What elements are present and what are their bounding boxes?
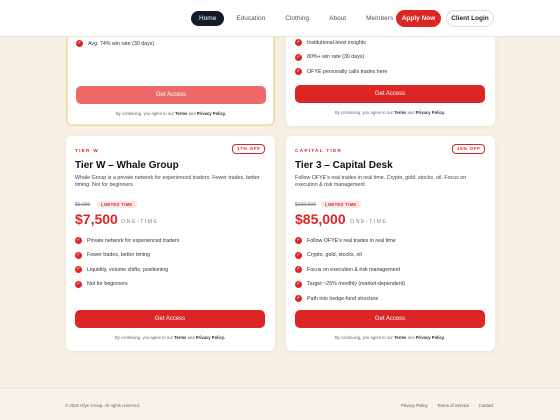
- feature-item: ✓ Private network for experienced trader…: [75, 237, 180, 244]
- tier-label: CAPITAL TIER: [295, 149, 343, 154]
- nav-members[interactable]: Members: [358, 11, 401, 26]
- pricing-card-tier-w: TIER W 17% OFF Tier W – Whale Group Whal…: [66, 136, 275, 351]
- privacy-link[interactable]: Privacy Policy.: [196, 335, 225, 340]
- pricing-card-capital-tier: CAPITAL TIER 15% OFF Tier 3 – Capital De…: [286, 136, 495, 351]
- tier-description: Whale Group is a private network for exp…: [75, 175, 260, 189]
- feature-list: ✓ Avg. 74% win rate (30 days): [76, 40, 154, 55]
- privacy-link[interactable]: Privacy Policy.: [197, 111, 226, 116]
- check-circle-icon: ✓: [75, 266, 82, 273]
- feature-item: ✓ Avg. 74% win rate (30 days): [76, 40, 155, 47]
- check-circle-icon: ✓: [295, 68, 302, 75]
- check-circle-icon: ✓: [76, 40, 83, 47]
- feature-item: ✓ Follow OFYE's real trades in real time: [295, 237, 396, 244]
- tier-label: TIER W: [75, 149, 99, 154]
- tier-title: Tier W – Whale Group: [75, 160, 179, 171]
- check-circle-icon: ✓: [295, 251, 302, 259]
- separator: ·: [431, 403, 434, 408]
- feature-item: ✓ Not for beginners: [75, 280, 128, 288]
- price: $85,000: [295, 211, 346, 227]
- legal-notice: By continuing, you agree to our Terms an…: [334, 335, 445, 340]
- legal-notice: By continuing, you agree to our Terms an…: [334, 110, 445, 115]
- feature-list: ✓ Private network for experienced trader…: [75, 237, 179, 295]
- terms-link[interactable]: Terms: [394, 110, 406, 115]
- discount-badge: 15% OFF: [452, 144, 486, 154]
- terms-link[interactable]: Terms: [174, 335, 186, 340]
- site-footer: © 2026 Ofye Group. All rights reserved. …: [0, 388, 560, 420]
- footer-link-terms[interactable]: Terms of Service: [437, 403, 469, 408]
- tier-description: Follow OFYE's real trades in real time. …: [295, 175, 467, 189]
- check-circle-icon: ✓: [295, 53, 302, 61]
- limited-time-badge: LIMITED TIME: [97, 201, 137, 208]
- get-access-button[interactable]: Get Access: [295, 310, 485, 328]
- original-price: $100,000: [295, 202, 316, 208]
- price: $7,500: [75, 211, 118, 227]
- privacy-link[interactable]: Privacy Policy.: [416, 335, 445, 340]
- feature-item: ✓ OFYE personally calls trades here: [295, 68, 388, 75]
- client-login-button[interactable]: Client Login: [446, 10, 494, 27]
- feature-list: ✓ Follow OFYE's real trades in real time…: [295, 237, 405, 310]
- feature-item: ✓ Fewer trades, better timing: [75, 251, 150, 259]
- terms-link[interactable]: Terms: [394, 335, 406, 340]
- feature-item: ✓ Focus on execution & risk management: [295, 266, 401, 273]
- limited-time-badge: LIMITED TIME: [321, 201, 361, 208]
- feature-list: ✓ Institutional-level insights ✓ 80%+ wi…: [295, 39, 387, 83]
- pricing-card-top-right: ✓ Institutional-level insights ✓ 80%+ wi…: [286, 22, 495, 126]
- original-price: $9,000: [75, 202, 91, 208]
- check-circle-icon: ✓: [295, 237, 302, 244]
- pricing-card-top-left: ✓ Avg. 74% win rate (30 days) Get Access…: [66, 22, 275, 126]
- feature-item: ✓ Liquidity, volume shifts, positioning: [75, 266, 169, 273]
- feature-item: ✓ Target ~25% monthly (market-dependent): [295, 280, 405, 288]
- privacy-link[interactable]: Privacy Policy.: [416, 110, 445, 115]
- price-note: ONE-TIME: [121, 219, 159, 225]
- nav-clothing[interactable]: Clothing: [277, 11, 317, 26]
- check-circle-icon: ✓: [295, 266, 302, 273]
- check-circle-icon: ✓: [75, 251, 82, 259]
- get-access-button[interactable]: Get Access: [76, 86, 266, 104]
- apply-now-button[interactable]: Apply Now: [396, 10, 441, 27]
- get-access-button[interactable]: Get Access: [75, 310, 265, 328]
- footer-links: Privacy Policy · Terms of Service · Cont…: [401, 403, 497, 408]
- nav-education[interactable]: Education: [228, 11, 273, 26]
- nav-home[interactable]: Home: [191, 11, 225, 26]
- get-access-button[interactable]: Get Access: [295, 85, 485, 103]
- separator: ·: [473, 403, 475, 408]
- copyright: © 2026 Ofye Group. All rights reserved.: [65, 403, 141, 408]
- legal-notice: By continuing, you agree to our Terms an…: [114, 335, 225, 340]
- footer-link-contact[interactable]: Contact: [479, 403, 494, 408]
- price-note: ONE-TIME: [350, 219, 388, 225]
- check-circle-icon: ✓: [295, 280, 302, 288]
- feature-item: ✓ Path into hedge-fund structure: [295, 295, 379, 302]
- check-circle-icon: ✓: [75, 280, 82, 288]
- site-header: Home Education Clothing About Members Ap…: [0, 0, 560, 37]
- discount-badge: 17% OFF: [232, 144, 266, 154]
- footer-link-privacy[interactable]: Privacy Policy: [401, 403, 428, 408]
- feature-item: ✓ 80%+ win rate (30 days): [295, 53, 365, 61]
- terms-link[interactable]: Terms: [175, 111, 187, 116]
- feature-item: ✓ Institutional-level insights: [295, 39, 366, 46]
- feature-item: ✓ Crypto, gold, stocks, oil: [295, 251, 362, 259]
- nav-about[interactable]: About: [321, 11, 354, 26]
- main-nav: Home Education Clothing About Members: [191, 11, 405, 26]
- legal-notice: By continuing, you agree to our Terms an…: [115, 111, 226, 116]
- check-circle-icon: ✓: [75, 237, 82, 244]
- check-circle-icon: ✓: [295, 39, 302, 46]
- check-circle-icon: ✓: [295, 295, 302, 302]
- tier-title: Tier 3 – Capital Desk: [295, 160, 393, 171]
